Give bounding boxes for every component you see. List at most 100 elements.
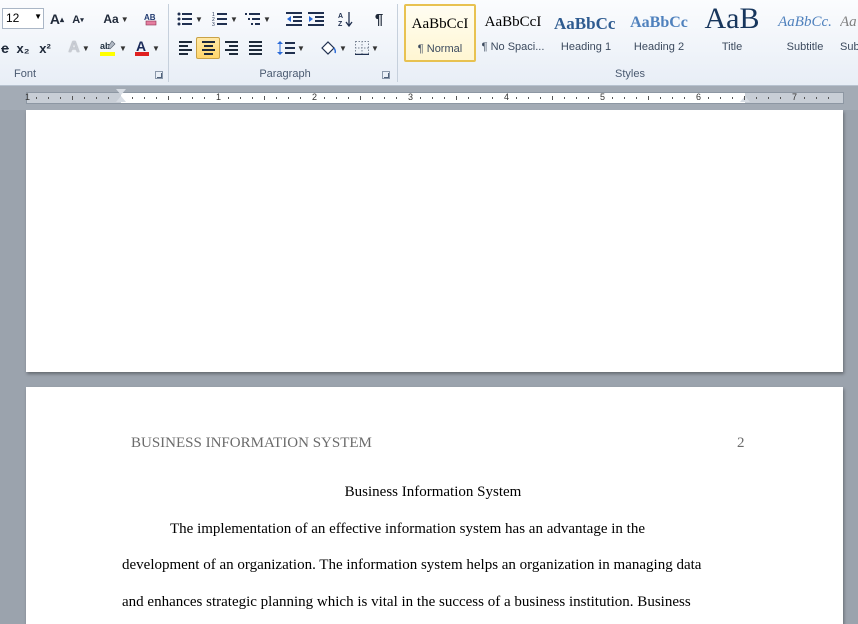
- styles-group-label: Styles: [615, 68, 645, 80]
- chevron-down-icon: ▼: [297, 43, 305, 53]
- ruler-tick: [444, 97, 445, 99]
- page-number[interactable]: 2: [737, 435, 745, 452]
- first-line-indent-marker[interactable]: [116, 89, 126, 95]
- ruler-tick: [420, 97, 421, 99]
- ruler-tick: [96, 97, 97, 99]
- style-name: ¶ Normal: [417, 43, 463, 55]
- clear-formatting-icon: AB: [144, 13, 157, 26]
- style-name: Subtitle: [786, 41, 824, 53]
- body-line[interactable]: development of an organization. The info…: [122, 557, 701, 574]
- align-left-icon: [178, 41, 192, 55]
- group-divider: [168, 4, 169, 82]
- decrease-indent-button[interactable]: [284, 8, 304, 30]
- ruler-tick: [132, 97, 133, 99]
- font-color-swatch: [135, 52, 150, 56]
- svg-text:A: A: [338, 13, 343, 20]
- style-subtle[interactable]: Aa Sub: [840, 4, 858, 62]
- ruler-number: 6: [696, 92, 702, 102]
- ruler-tick: [588, 97, 589, 99]
- align-left-button[interactable]: [176, 37, 194, 59]
- font-color-button[interactable]: A ▼: [132, 37, 162, 59]
- chevron-down-icon[interactable]: ▼: [34, 12, 42, 21]
- ruler-tick: [204, 97, 205, 99]
- borders-button[interactable]: ▼: [352, 37, 382, 59]
- paragraph-dialog-launcher[interactable]: [382, 71, 390, 79]
- style-subtitle[interactable]: AaBbCc. Subtitle: [769, 4, 841, 62]
- hanging-indent-marker[interactable]: [116, 96, 126, 102]
- ruler-tick: [396, 97, 397, 99]
- ruler-tick: [636, 97, 637, 99]
- document-area: BUSINESS INFORMATION SYSTEM 2 Business I…: [0, 110, 858, 624]
- document-title[interactable]: Business Information System: [26, 484, 840, 501]
- ruler-tick: [648, 96, 649, 100]
- chevron-down-icon: ▼: [230, 14, 238, 24]
- ruler-tick: [144, 97, 145, 99]
- styles-gallery: AaBbCcI ¶ Normal AaBbCcI ¶ No Spaci... A…: [402, 4, 858, 64]
- font-color-icon: A: [135, 39, 150, 56]
- style-sample: Aa: [840, 14, 857, 30]
- ruler-tick: [660, 97, 661, 99]
- clear-formatting-button[interactable]: AB: [140, 8, 162, 30]
- subscript-label: x₂: [16, 40, 30, 56]
- horizontal-ruler[interactable]: 1 1 2 3 4 5 6 7: [25, 89, 844, 104]
- chevron-down-icon: ▼: [120, 14, 129, 24]
- sort-button[interactable]: A Z: [336, 8, 356, 30]
- chevron-down-icon: ▼: [371, 43, 379, 53]
- ruler-tick: [252, 97, 253, 99]
- multilevel-list-button[interactable]: ▼: [244, 8, 272, 30]
- text-effects-button[interactable]: A ▼: [64, 37, 94, 59]
- ruler-tick: [564, 97, 565, 99]
- show-formatting-marks-button[interactable]: ¶: [370, 8, 388, 30]
- highlight-button[interactable]: ab ▼: [98, 37, 128, 59]
- ruler-tick: [60, 97, 61, 99]
- ruler-tick: [276, 97, 277, 99]
- ruler-tick: [480, 97, 481, 99]
- style-sample: AaBbCc: [630, 14, 688, 31]
- style-sample: AaBbCc: [554, 14, 616, 33]
- change-case-button[interactable]: Aa ▼: [102, 8, 130, 30]
- ruler-tick: [768, 97, 769, 99]
- right-indent-marker[interactable]: [740, 96, 750, 102]
- superscript-button[interactable]: x²: [36, 37, 54, 59]
- body-line[interactable]: The implementation of an effective infor…: [170, 521, 645, 538]
- style-name: ¶ No Spaci...: [481, 41, 545, 53]
- justify-button[interactable]: [246, 37, 264, 59]
- strikethrough-button[interactable]: e: [0, 37, 12, 59]
- increase-indent-button[interactable]: [306, 8, 326, 30]
- svg-text:3: 3: [212, 22, 215, 26]
- ruler-number: 5: [600, 92, 606, 102]
- body-line[interactable]: and enhances strategic planning which is…: [122, 594, 691, 611]
- grow-font-button[interactable]: A ▴: [48, 8, 66, 30]
- font-size-box[interactable]: 12 ▼: [2, 8, 44, 29]
- style-heading-1[interactable]: AaBbCc Heading 1: [550, 4, 622, 62]
- shrink-font-button[interactable]: A ▾: [70, 9, 86, 31]
- ruler-number: 4: [504, 92, 510, 102]
- bullets-button[interactable]: ▼: [176, 8, 204, 30]
- align-right-button[interactable]: [222, 37, 240, 59]
- ruler-tick: [48, 97, 49, 99]
- ruler-number: 7: [792, 92, 798, 102]
- align-center-button[interactable]: [196, 37, 220, 59]
- page-1[interactable]: [26, 110, 843, 372]
- page-2[interactable]: BUSINESS INFORMATION SYSTEM 2 Business I…: [26, 387, 843, 624]
- style-no-spacing[interactable]: AaBbCcI ¶ No Spaci...: [477, 4, 549, 62]
- style-title[interactable]: AaB Title: [696, 4, 768, 62]
- ruler-tick: [720, 97, 721, 99]
- decrease-indent-icon: [286, 12, 302, 26]
- ruler-tick: [816, 97, 817, 99]
- ruler-number: 3: [408, 92, 414, 102]
- running-head[interactable]: BUSINESS INFORMATION SYSTEM: [131, 435, 372, 452]
- change-case-label: Aa: [103, 12, 119, 26]
- numbering-button[interactable]: 1 2 3 ▼: [210, 8, 240, 30]
- font-size-value: 12: [6, 11, 20, 25]
- style-heading-2[interactable]: AaBbCc Heading 2: [623, 4, 695, 62]
- shading-button[interactable]: ▼: [318, 37, 348, 59]
- ruler-number: 1: [25, 92, 31, 102]
- style-normal[interactable]: AaBbCcI ¶ Normal: [404, 4, 476, 62]
- font-dialog-launcher[interactable]: [155, 71, 163, 79]
- ruler-tick: [264, 96, 265, 100]
- line-spacing-button[interactable]: ▼: [276, 37, 306, 59]
- paragraph-group-label: Paragraph: [259, 68, 311, 80]
- subscript-button[interactable]: x₂: [14, 37, 32, 59]
- align-center-icon: [201, 41, 215, 55]
